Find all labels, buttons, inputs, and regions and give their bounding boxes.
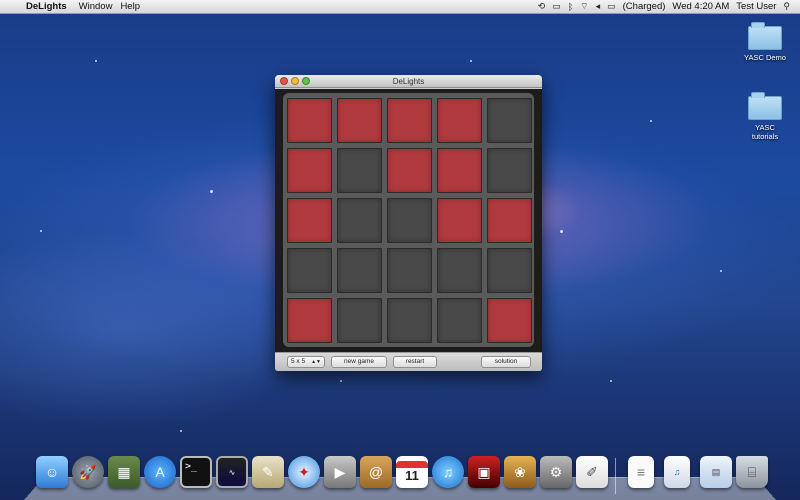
minimize-button[interactable]	[291, 77, 299, 85]
activity-monitor-icon[interactable]: ∿	[216, 456, 248, 488]
light-cell-r1-c1[interactable]	[287, 98, 332, 143]
light-cell-r2-c1[interactable]	[287, 148, 332, 193]
light-cell-r2-c5[interactable]	[487, 148, 532, 193]
light-cell-r1-c2[interactable]	[337, 98, 382, 143]
safari-icon[interactable]: ✦	[288, 456, 320, 488]
light-cell-r3-c2[interactable]	[337, 198, 382, 243]
trash-icon[interactable]: ⌸	[736, 456, 768, 488]
ical-header	[396, 461, 428, 468]
time-machine-icon[interactable]: ⟲	[538, 1, 546, 12]
menu-extras: ⟲ ▭ ᛒ ⌔ ◂ ▭ (Charged) Wed 4:20 AM Test U…	[538, 1, 800, 12]
window-titlebar[interactable]: DeLights	[275, 75, 542, 88]
light-cell-r3-c3[interactable]	[387, 198, 432, 243]
light-cell-r4-c2[interactable]	[337, 248, 382, 293]
close-button[interactable]	[280, 77, 288, 85]
address-book-icon[interactable]: @	[360, 456, 392, 488]
light-cell-r5-c3[interactable]	[387, 298, 432, 343]
board-size-value: 5 x 5	[291, 358, 306, 365]
light-cell-r3-c1[interactable]	[287, 198, 332, 243]
light-cell-r5-c4[interactable]	[437, 298, 482, 343]
desktop-icon-label: YASC Demo	[744, 53, 786, 62]
light-cell-r1-c3[interactable]	[387, 98, 432, 143]
display-icon[interactable]: ▭	[552, 1, 561, 12]
board-background	[275, 89, 542, 352]
user-menu[interactable]: Test User	[736, 1, 776, 12]
menu-bar: DeLights Window Help ⟲ ▭ ᛒ ⌔ ◂ ▭ (Charge…	[0, 0, 800, 14]
mp3-file-icon[interactable]: ♫	[664, 456, 690, 488]
folder-stack-icon[interactable]: ▤	[700, 456, 732, 488]
iphoto-icon[interactable]: ❀	[504, 456, 536, 488]
folder-icon	[748, 92, 782, 120]
wifi-icon[interactable]: ⌔	[580, 1, 588, 12]
light-cell-r4-c1[interactable]	[287, 248, 332, 293]
new-game-button[interactable]: new game	[331, 356, 387, 368]
light-cell-r2-c3[interactable]	[387, 148, 432, 193]
volume-icon[interactable]: ◂	[596, 1, 601, 12]
app-store-icon[interactable]: A	[144, 456, 176, 488]
facetime-icon[interactable]: ▶	[324, 456, 356, 488]
light-cell-r2-c2[interactable]	[337, 148, 382, 193]
restart-button[interactable]: restart	[393, 356, 437, 368]
menu-help[interactable]: Help	[120, 1, 148, 12]
light-cell-r2-c4[interactable]	[437, 148, 482, 193]
photo-booth-icon[interactable]: ▦	[108, 456, 140, 488]
dock-separator	[615, 458, 616, 494]
light-cell-r4-c4[interactable]	[437, 248, 482, 293]
battery-status[interactable]: (Charged)	[623, 1, 666, 12]
preview-icon[interactable]: ✎	[252, 456, 284, 488]
terminal-icon[interactable]: >_	[180, 456, 212, 488]
bluetooth-icon[interactable]: ᛒ	[568, 2, 573, 12]
menu-window[interactable]: Window	[79, 1, 121, 12]
itunes-icon[interactable]: ♫	[432, 456, 464, 488]
light-cell-r1-c5[interactable]	[487, 98, 532, 143]
light-cell-r5-c1[interactable]	[287, 298, 332, 343]
menu-app-name[interactable]: DeLights	[26, 1, 79, 12]
light-cell-r4-c5[interactable]	[487, 248, 532, 293]
light-cell-r5-c2[interactable]	[337, 298, 382, 343]
desktop-folder-yasc-demo[interactable]: YASC Demo	[735, 22, 795, 62]
textedit-icon[interactable]: ✐	[576, 456, 608, 488]
select-arrows-icon: ▲▼	[311, 359, 321, 365]
board-size-select[interactable]: 5 x 5 ▲▼	[287, 356, 325, 368]
ical-date: 11	[405, 468, 419, 483]
clock[interactable]: Wed 4:20 AM	[672, 1, 729, 12]
desktop-folder-yasc-tutorials[interactable]: YASC tutorials	[735, 92, 795, 141]
document-icon[interactable]: ≡	[628, 456, 654, 488]
system-preferences-icon[interactable]: ⚙	[540, 456, 572, 488]
solution-button[interactable]: solution	[481, 356, 531, 368]
light-cell-r4-c3[interactable]	[387, 248, 432, 293]
dock: ☺ 🚀 ▦ A >_ ∿ ✎ ✦ ▶ @ 11 ♫ ▣ ❀ ⚙ ✐ ≡ ♫ ▤ …	[24, 452, 776, 500]
delights-window: DeLights 5 x 5 ▲▼ new game restart solut…	[275, 75, 542, 371]
launchpad-icon[interactable]: 🚀	[72, 456, 104, 488]
light-cell-r1-c4[interactable]	[437, 98, 482, 143]
light-cell-r3-c4[interactable]	[437, 198, 482, 243]
light-cell-r3-c5[interactable]	[487, 198, 532, 243]
zoom-button[interactable]	[302, 77, 310, 85]
ical-icon[interactable]: 11	[396, 456, 428, 488]
light-cell-r5-c5[interactable]	[487, 298, 532, 343]
light-board	[283, 93, 534, 347]
window-title: DeLights	[392, 77, 425, 86]
photo-slideshow-icon[interactable]: ▣	[468, 456, 500, 488]
window-toolbar: 5 x 5 ▲▼ new game restart solution	[275, 352, 542, 371]
spotlight-icon[interactable]: ⚲	[783, 1, 790, 12]
battery-icon[interactable]: ▭	[607, 1, 616, 12]
desktop-icon-label: YASC tutorials	[751, 123, 779, 141]
finder-icon[interactable]: ☺	[36, 456, 68, 488]
folder-icon	[748, 22, 782, 50]
